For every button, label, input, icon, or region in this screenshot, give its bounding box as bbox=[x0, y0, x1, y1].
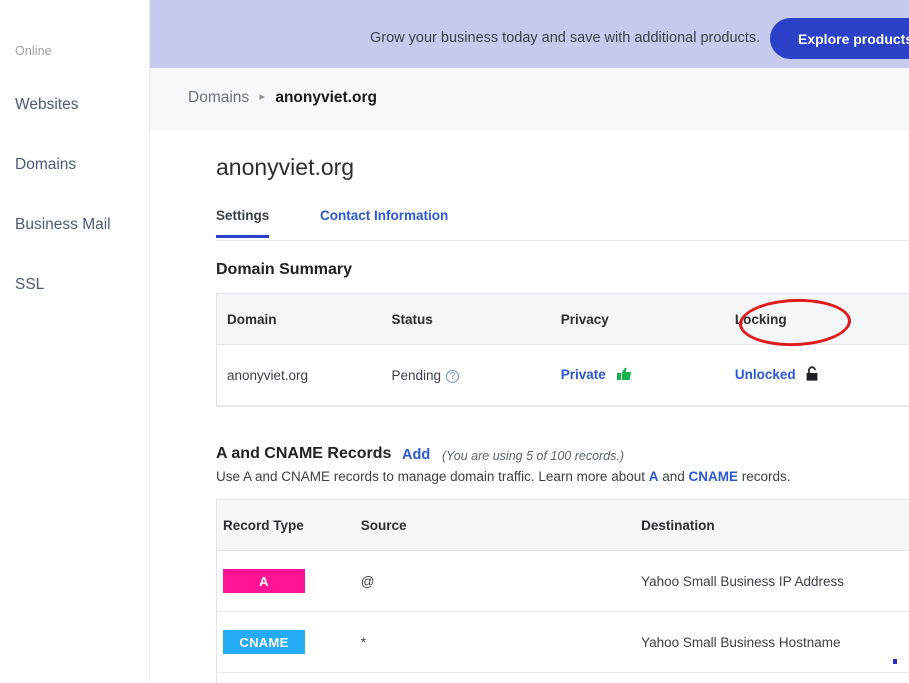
promo-banner-message: Grow your business today and save with a… bbox=[370, 30, 761, 46]
add-record-link[interactable]: Add bbox=[402, 447, 430, 463]
cell-status: Pending? bbox=[391, 368, 560, 383]
explore-products-button[interactable]: Explore products bbox=[770, 18, 909, 59]
table-header-row: Domain Status Privacy Locking bbox=[217, 294, 909, 345]
cursor-indicator bbox=[893, 659, 897, 664]
sidebar-item-domains[interactable]: Domains bbox=[15, 156, 76, 174]
question-circle-icon[interactable]: ? bbox=[446, 369, 459, 383]
records-description: Use A and CNAME records to manage domain… bbox=[216, 469, 791, 484]
record-type-badge: CNAME bbox=[223, 630, 305, 654]
cname-record-help-link[interactable]: CNAME bbox=[689, 469, 739, 484]
column-header-domain: Domain bbox=[227, 311, 277, 327]
records-description-prefix: Use A and CNAME records to manage domain… bbox=[216, 469, 649, 484]
records-heading: A and CNAME Records bbox=[216, 445, 392, 462]
records-description-middle: and bbox=[658, 469, 689, 484]
sidebar: Online Websites Domains Business Mail SS… bbox=[0, 0, 150, 683]
column-header-source: Source bbox=[360, 517, 407, 533]
records-usage-note: (You are using 5 of 100 records.) bbox=[442, 449, 625, 463]
locking-link[interactable]: Unlocked bbox=[735, 367, 796, 382]
breadcrumb-separator-icon: ▸ bbox=[259, 91, 266, 103]
sidebar-item-websites[interactable]: Websites bbox=[15, 96, 78, 114]
domain-summary-heading: Domain Summary bbox=[216, 261, 353, 278]
cell-source: @ bbox=[360, 573, 375, 589]
domain-summary-table: Domain Status Privacy Locking anonyviet.… bbox=[216, 293, 909, 407]
records-table: Record Type Source Destination A @ Yahoo… bbox=[216, 499, 909, 683]
record-type-badge: A bbox=[223, 569, 305, 593]
tab-contact-information[interactable]: Contact Information bbox=[320, 208, 448, 235]
sidebar-section-label: Online bbox=[15, 44, 52, 58]
page-title: anonyviet.org bbox=[216, 154, 355, 180]
column-header-status: Status bbox=[391, 311, 433, 327]
cell-domain-name: anonyviet.org bbox=[227, 367, 309, 383]
breadcrumb-bar: Domains ▸ anonyviet.org bbox=[150, 68, 909, 130]
records-description-suffix: records. bbox=[738, 469, 791, 484]
cell-destination: Yahoo Small Business IP Address bbox=[641, 573, 844, 589]
breadcrumb-current: anonyviet.org bbox=[275, 89, 377, 106]
status-text: Pending bbox=[391, 367, 441, 383]
breadcrumb: Domains ▸ anonyviet.org bbox=[188, 89, 377, 107]
cell-source: * bbox=[360, 634, 367, 650]
thumbs-up-icon bbox=[616, 367, 632, 384]
main-content-card: anonyviet.org Settings Contact Informati… bbox=[168, 130, 909, 683]
column-header-locking: Locking bbox=[734, 311, 787, 327]
padlock-icon bbox=[806, 366, 818, 384]
browser-viewport: Online Websites Domains Business Mail SS… bbox=[0, 0, 909, 683]
breadcrumb-root-link[interactable]: Domains bbox=[188, 89, 249, 106]
tab-settings[interactable]: Settings bbox=[216, 208, 270, 238]
table-row bbox=[217, 673, 909, 683]
cell-locking: Unlocked bbox=[735, 366, 909, 384]
cell-record-type: A bbox=[217, 569, 361, 593]
column-header-record-type: Record Type bbox=[223, 517, 304, 533]
table-row: anonyviet.org Pending? Private Unlocked bbox=[217, 345, 909, 406]
privacy-link[interactable]: Private bbox=[561, 367, 606, 382]
table-header-row: Record Type Source Destination bbox=[217, 500, 909, 551]
cell-record-type: CNAME bbox=[217, 630, 361, 654]
sidebar-item-ssl[interactable]: SSL bbox=[15, 276, 44, 294]
table-row: CNAME * Yahoo Small Business Hostname bbox=[217, 612, 909, 673]
promo-banner: Grow your business today and save with a… bbox=[150, 0, 909, 68]
cell-privacy: Private bbox=[561, 367, 735, 384]
sidebar-item-business-mail[interactable]: Business Mail bbox=[15, 216, 111, 234]
tab-bar: Settings Contact Information bbox=[216, 208, 909, 241]
table-row: A @ Yahoo Small Business IP Address bbox=[217, 551, 909, 612]
column-header-destination: Destination bbox=[641, 517, 715, 533]
column-header-privacy: Privacy bbox=[560, 311, 609, 327]
cell-destination: Yahoo Small Business Hostname bbox=[641, 634, 841, 650]
